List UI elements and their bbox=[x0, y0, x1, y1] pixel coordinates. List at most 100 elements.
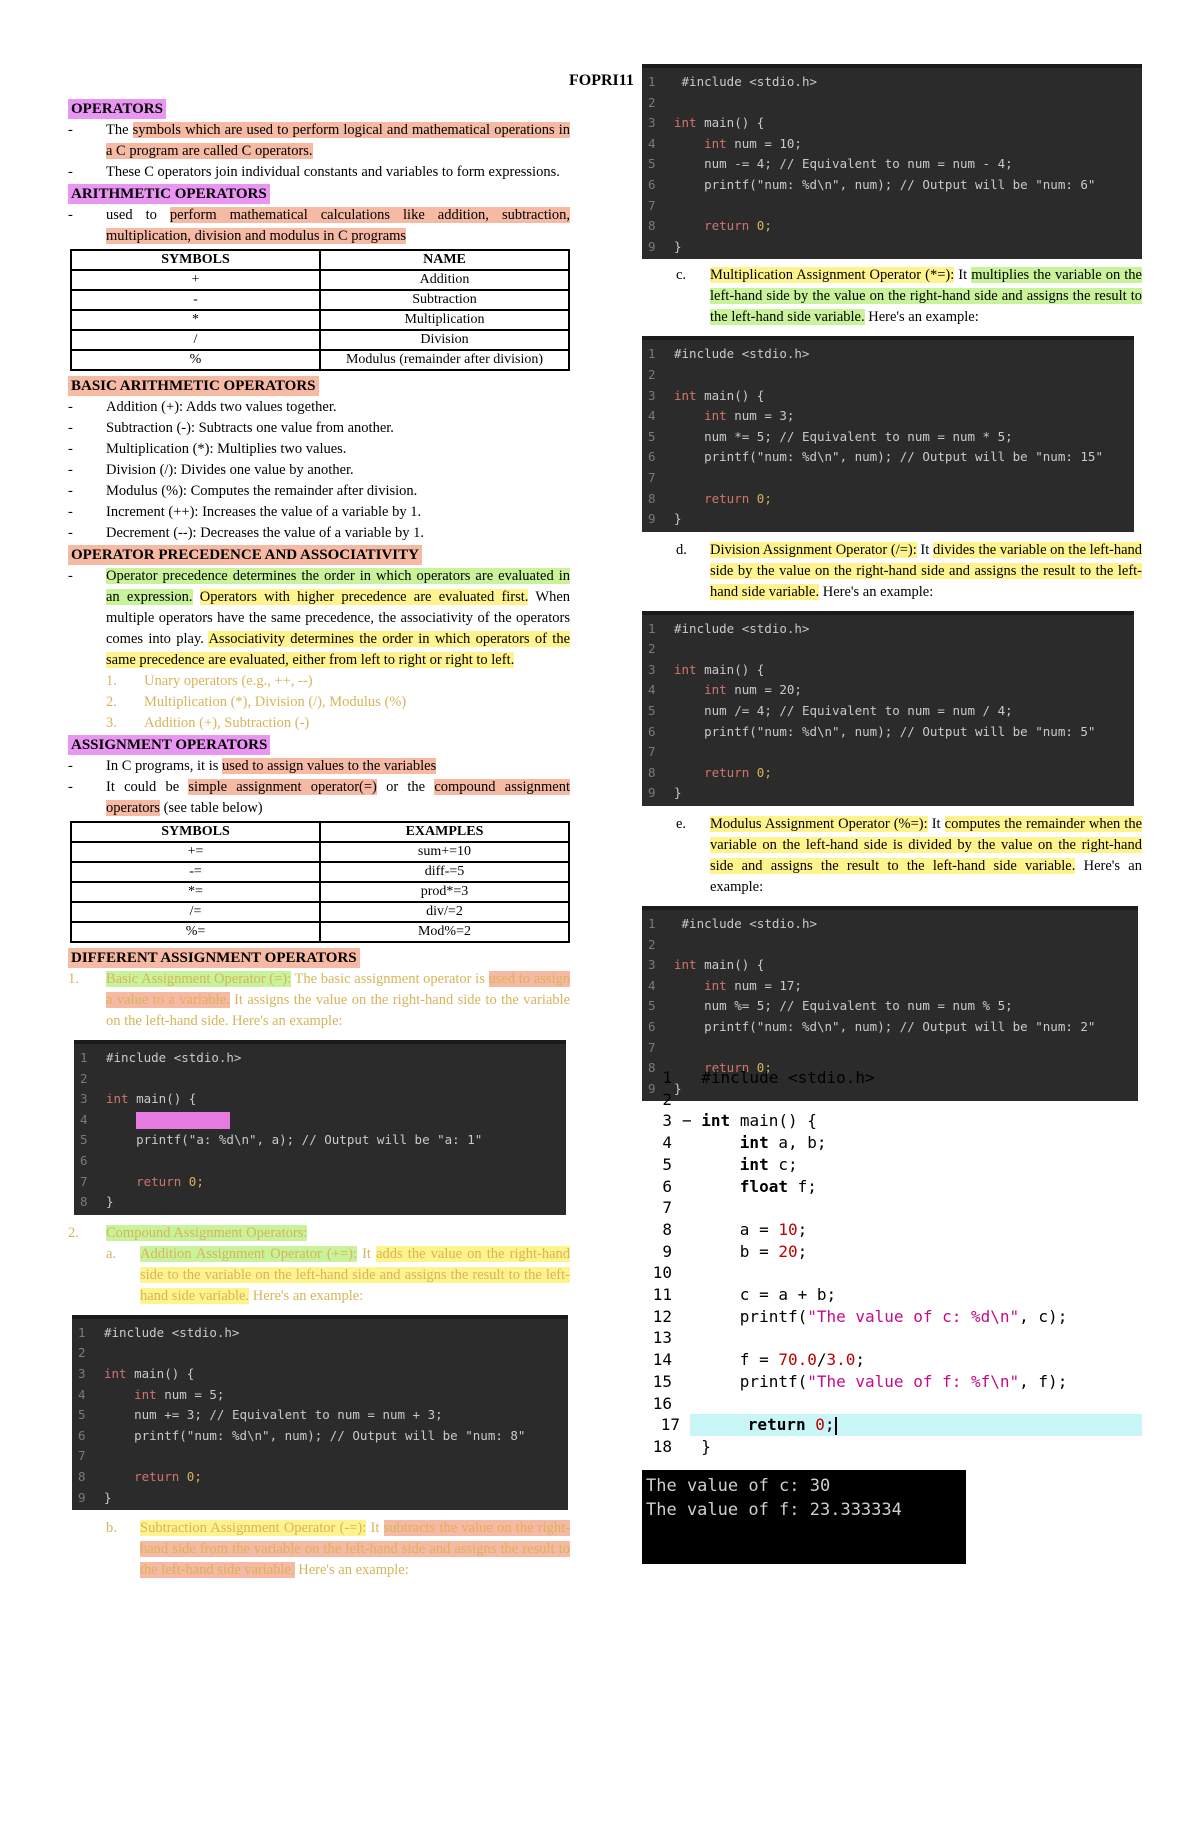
table-row: / Division bbox=[70, 329, 570, 351]
list-item: These C operators join individual consta… bbox=[68, 162, 570, 183]
line-number: 8 bbox=[662, 1219, 672, 1239]
code-text: int c; bbox=[739, 1154, 798, 1174]
precedence-list: Operator precedence determines the order… bbox=[68, 566, 571, 671]
assignment-list: In C programs, it is used to assign valu… bbox=[68, 756, 570, 819]
table-row: /= div/=2 bbox=[70, 901, 570, 923]
code-line: 18 } bbox=[642, 1436, 1142, 1458]
section-heading-basic-arithmetic: BASIC ARITHMETIC OPERATORS bbox=[68, 376, 319, 396]
line-number: 2 bbox=[662, 1089, 672, 1109]
list-item: a. Addition Assignment Operator (+=): It… bbox=[106, 1245, 571, 1304]
terminal-output: The value of c: 30 The value of f: 23.333… bbox=[642, 1470, 966, 1564]
code-text: int a, b; bbox=[739, 1133, 827, 1153]
table-row: %= Mod%=2 bbox=[70, 921, 570, 943]
list-item: It could be simple assignment operator(=… bbox=[68, 777, 570, 819]
arithmetic-table: SYMBOLS NAME + Addition - Subtraction * Mul… bbox=[70, 249, 570, 371]
course-code: FOPRI11 bbox=[569, 72, 634, 89]
subtraction-item: b. Subtraction Assignment Operator (-=):… bbox=[68, 1518, 570, 1581]
section-heading-assignment: ASSIGNMENT OPERATORS bbox=[68, 735, 271, 755]
code-line: 13 bbox=[642, 1327, 1142, 1349]
list-item: Decrement (--): Decreases the value of a… bbox=[68, 523, 570, 544]
code-block-basic: 1 #include <stdio.h> 2 3 int main() { 4 5 … bbox=[74, 1040, 566, 1215]
table-row: + Addition bbox=[70, 269, 570, 291]
table-row: += sum+=10 bbox=[70, 841, 570, 863]
precedence-order-list: 1. Unary operators (e.g., ++, --) 2. Multi… bbox=[68, 671, 570, 734]
table-row: *= prod*=3 bbox=[70, 881, 570, 903]
list-item: 1. Basic Assignment Operator (=): The ba… bbox=[68, 971, 571, 1029]
list-item: 2. Multiplication (*), Division (/), Modu… bbox=[106, 694, 407, 710]
assignment-operators-list: 1. Basic Assignment Operator (=): The ba… bbox=[68, 969, 571, 1032]
left-column: OPERATORS The symbols which are used to … bbox=[68, 98, 571, 1581]
code-text: float f; bbox=[739, 1176, 817, 1196]
code-block-division: 1 #include <stdio.h> 2 3 int main() { 4 in… bbox=[642, 610, 1134, 807]
line-number: 5 bbox=[662, 1154, 672, 1174]
code-text: c = a + b; bbox=[682, 1285, 837, 1305]
code-text: a = 10; bbox=[682, 1219, 808, 1239]
item-multiplication: c. Multiplication Assignment Operator (*… bbox=[676, 267, 1142, 326]
line-number: 17 bbox=[642, 1414, 690, 1436]
list-item: b. Subtraction Assignment Operator (-=):… bbox=[106, 1520, 570, 1579]
assignment-table: SYMBOLS EXAMPLES += sum+=10 -= diff-=5 *= p… bbox=[70, 821, 570, 943]
terminal-line: The value of f: 23.333334 bbox=[646, 1500, 902, 1520]
code-line: 7 bbox=[642, 1197, 1142, 1219]
line-number: 4 bbox=[662, 1133, 672, 1153]
code-line: 15 printf("The value of f: %f\n", f); bbox=[642, 1371, 1142, 1393]
arithmetic-list: used to perform mathematical calculation… bbox=[68, 205, 571, 247]
code-text: return 0; bbox=[747, 1415, 835, 1435]
code-line: 12 printf("The value of c: %d\n", c); bbox=[642, 1306, 1142, 1328]
code-line: 11 c = a + b; bbox=[642, 1284, 1142, 1306]
list-item: Division (/): Divides one value by anoth… bbox=[68, 460, 570, 481]
operators-list: The symbols which are used to perform lo… bbox=[68, 120, 570, 183]
section-heading-arithmetic: ARITHMETIC OPERATORS bbox=[68, 184, 270, 204]
code-line: 1 #include <stdio.h> bbox=[642, 1067, 1142, 1089]
line-number: 9 bbox=[662, 1241, 672, 1261]
table-row: -= diff-=5 bbox=[70, 861, 570, 883]
line-number: 1 bbox=[662, 1068, 672, 1087]
highlight: symbols which are used to perform logica… bbox=[106, 122, 570, 159]
ide-code-view: 1 #include <stdio.h> 2 3− int main() {4 i… bbox=[642, 1067, 1142, 1457]
text-cursor bbox=[834, 1416, 837, 1435]
redaction-box bbox=[136, 1111, 231, 1129]
code-line: 3 − int main() { bbox=[642, 1110, 1142, 1132]
code-text: printf("The value of f: %f\n", f); bbox=[682, 1371, 1068, 1391]
code-text: printf("The value of c: %d\n", c); bbox=[682, 1306, 1068, 1326]
code-line: 8 a = 10; bbox=[642, 1219, 1142, 1241]
list-item: Operator precedence determines the order… bbox=[68, 566, 571, 671]
list-item: Subtraction (-): Subtracts one value fro… bbox=[68, 418, 570, 439]
code-line: 17 return 0; bbox=[642, 1414, 1142, 1436]
list-item: Increment (++): Increases the value of a… bbox=[68, 502, 570, 523]
section-heading-precedence: OPERATOR PRECEDENCE AND ASSOCIATIVITY bbox=[68, 545, 422, 565]
right-column: 1 #include <stdio.h> 2 3 int main() { 4 i… bbox=[642, 64, 1143, 1107]
code-text: b = 20; bbox=[682, 1241, 808, 1261]
list-item: 3. Addition (+), Subtraction (-) bbox=[106, 715, 310, 731]
code-text: f = 70.0/3.0; bbox=[682, 1350, 866, 1370]
line-number: 14 bbox=[652, 1350, 672, 1370]
item-division: d. Division Assignment Operator (/=): It… bbox=[676, 541, 1142, 600]
line-number: 13 bbox=[652, 1328, 672, 1348]
line-number: 12 bbox=[652, 1306, 672, 1326]
line-number: 16 bbox=[652, 1393, 672, 1413]
list-item: Addition (+): Adds two values together. bbox=[68, 397, 570, 418]
code-line: 16 bbox=[642, 1393, 1142, 1415]
line-number: 11 bbox=[652, 1285, 672, 1305]
basic-arith-list: Addition (+): Adds two values together. … bbox=[68, 397, 570, 544]
table-header: EXAMPLES bbox=[319, 821, 570, 843]
code-line: 2 bbox=[642, 1089, 1142, 1111]
code-line: 10 bbox=[642, 1262, 1142, 1284]
table-row: - Subtraction bbox=[70, 289, 570, 311]
compound-list: 2. Compound Assignment Operators: a. Add… bbox=[68, 1223, 571, 1307]
list-item: 1. Unary operators (e.g., ++, --) bbox=[106, 673, 313, 689]
terminal-line: The value of c: 30 bbox=[646, 1476, 831, 1496]
table-header: SYMBOLS bbox=[70, 821, 321, 843]
list-item: Modulus (%): Computes the remainder afte… bbox=[68, 481, 570, 502]
section-heading-operators: OPERATORS bbox=[68, 99, 166, 119]
line-number: 3 bbox=[662, 1111, 672, 1131]
list-item: Multiplication (*): Multiplies two value… bbox=[68, 439, 570, 460]
item-modulus: e. Modulus Assignment Operator (%=): It … bbox=[676, 816, 1143, 896]
table-row: % Modulus (remainder after division) bbox=[70, 349, 570, 371]
code-line: 9 b = 20; bbox=[642, 1241, 1142, 1263]
